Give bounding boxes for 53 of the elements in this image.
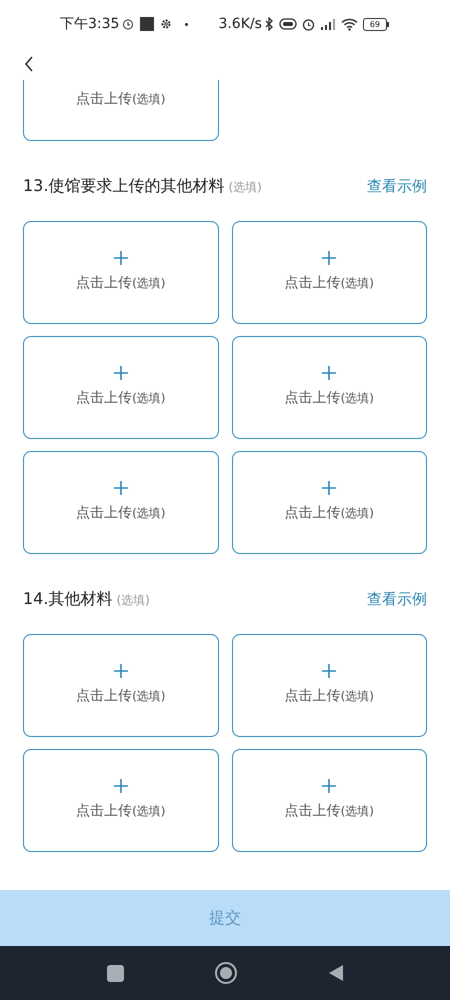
upload-label: 点击上传(选填) bbox=[76, 274, 166, 293]
upload-tile[interactable]: 点击上传(选填) bbox=[23, 336, 218, 439]
plus-icon bbox=[322, 779, 336, 793]
upload-tile[interactable]: 点击上传(选填) bbox=[232, 221, 427, 324]
upload-label: 点击上传(选填) bbox=[76, 504, 166, 523]
notification-square-icon bbox=[140, 17, 154, 31]
bluetooth-icon bbox=[264, 17, 275, 31]
upload-label: 点击上传(选填) bbox=[284, 504, 374, 523]
upload-label: 点击上传(选填) bbox=[284, 274, 374, 293]
upload-label: 点击上传(选填) bbox=[76, 687, 166, 706]
optional-note: (选填) bbox=[116, 592, 150, 609]
vibrate-icon bbox=[278, 18, 297, 30]
plus-icon bbox=[114, 664, 128, 678]
upload-label: 点击上传(选填) bbox=[76, 802, 166, 821]
upload-label: 点击上传(选填) bbox=[76, 90, 166, 109]
plus-icon bbox=[322, 251, 336, 265]
signal-icon bbox=[320, 18, 336, 30]
back-triangle-icon[interactable] bbox=[328, 964, 344, 982]
upload-tile[interactable]: 点击上传(选填) bbox=[232, 634, 427, 737]
upload-tile[interactable]: 点击上传(选填) bbox=[23, 80, 218, 141]
recents-icon[interactable] bbox=[106, 964, 124, 982]
view-example-link[interactable]: 查看示例 bbox=[367, 174, 427, 198]
section-title: 14.其他材料 bbox=[23, 588, 112, 610]
upload-tile[interactable]: 点击上传(选填) bbox=[23, 634, 218, 737]
wifi-icon bbox=[340, 18, 358, 30]
gear-icon bbox=[160, 18, 172, 30]
home-icon[interactable] bbox=[214, 961, 238, 985]
status-time: 下午3:35 bbox=[60, 14, 120, 34]
plus-icon bbox=[114, 779, 128, 793]
upload-label: 点击上传(选填) bbox=[76, 389, 166, 408]
upload-tile[interactable]: 点击上传(选填) bbox=[23, 221, 218, 324]
plus-icon bbox=[114, 366, 128, 380]
upload-tile[interactable]: 点击上传(选填) bbox=[23, 451, 218, 554]
alarm-icon bbox=[302, 18, 315, 30]
battery-icon: 69 bbox=[362, 18, 389, 30]
upload-tile[interactable]: 点击上传(选填) bbox=[232, 336, 427, 439]
section-title: 13.使馆要求上传的其他材料 bbox=[23, 175, 224, 197]
view-example-link[interactable]: 查看示例 bbox=[367, 588, 427, 610]
plus-icon bbox=[114, 251, 128, 265]
optional-note: (选填) bbox=[228, 179, 262, 196]
upload-tile[interactable]: 点击上传(选填) bbox=[232, 749, 427, 852]
plus-icon bbox=[322, 366, 336, 380]
upload-tile[interactable]: 点击上传(选填) bbox=[23, 749, 218, 852]
upload-label: 点击上传(选填) bbox=[284, 687, 374, 706]
plus-icon bbox=[322, 481, 336, 495]
upload-label: 点击上传(选填) bbox=[284, 389, 374, 408]
back-icon[interactable] bbox=[24, 56, 34, 72]
alarm-icon bbox=[122, 18, 134, 30]
network-speed: 3.6K/s bbox=[218, 14, 262, 34]
plus-icon bbox=[322, 664, 336, 678]
upload-tile[interactable]: 点击上传(选填) bbox=[232, 451, 427, 554]
upload-label: 点击上传(选填) bbox=[284, 802, 374, 821]
plus-icon bbox=[114, 481, 128, 495]
